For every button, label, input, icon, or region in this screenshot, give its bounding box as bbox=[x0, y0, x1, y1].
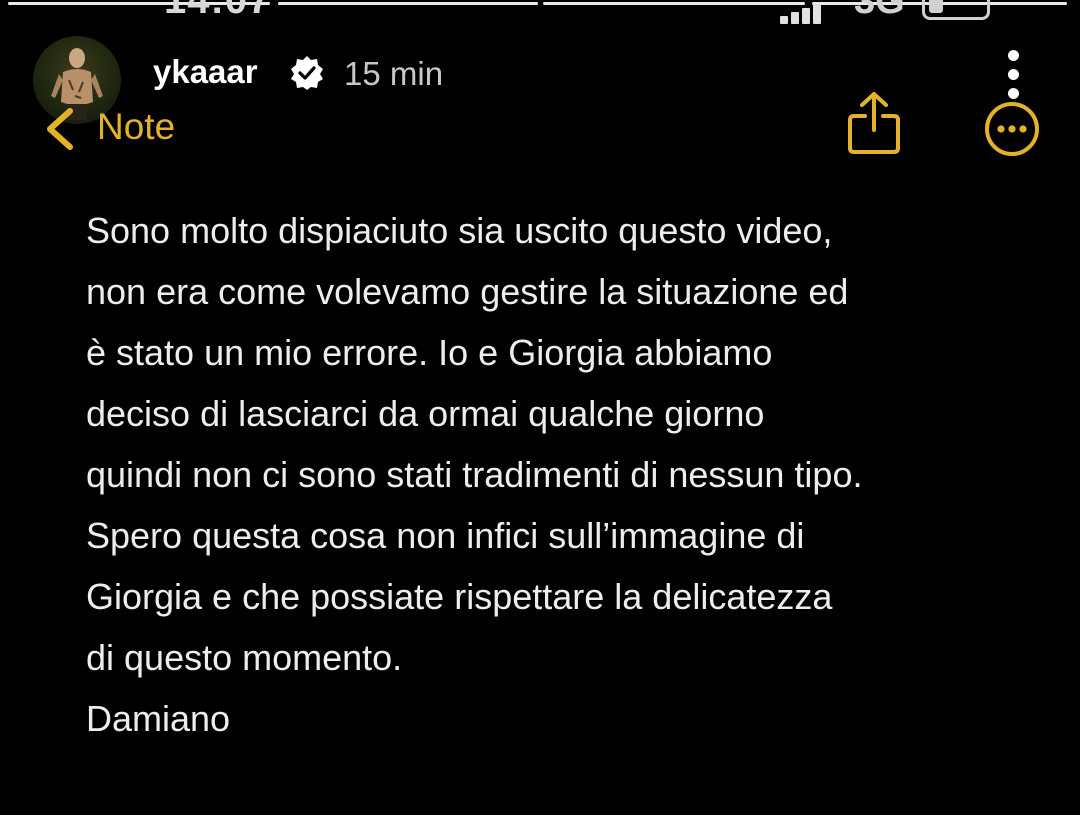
back-button[interactable]: Note bbox=[42, 106, 192, 154]
battery-icon bbox=[922, 0, 990, 20]
note-signature: Damiano bbox=[86, 698, 231, 739]
note-line: Spero questa cosa non infici sull’immagi… bbox=[86, 515, 805, 556]
username[interactable]: ykaaar bbox=[153, 53, 258, 91]
note-line: Giorgia e che possiate rispettare la del… bbox=[86, 576, 833, 617]
back-label: Note bbox=[97, 106, 176, 147]
share-icon[interactable] bbox=[846, 90, 902, 156]
post-time: 15 min bbox=[344, 55, 444, 92]
more-circle-icon[interactable] bbox=[983, 100, 1041, 158]
note-line: non era come volevamo gestire la situazi… bbox=[86, 271, 849, 312]
note-line: deciso di lasciarci da ormai qualche gio… bbox=[86, 393, 765, 434]
note-line: di questo momento. bbox=[86, 637, 403, 678]
note-line: Sono molto dispiaciuto sia uscito questo… bbox=[86, 210, 833, 251]
status-time: 14:07 bbox=[164, 0, 272, 22]
signal-icon bbox=[780, 4, 822, 24]
note-line: quindi non ci sono stati tradimenti di n… bbox=[86, 454, 863, 495]
note-line: è stato un mio errore. Io e Giorgia abbi… bbox=[86, 332, 773, 373]
status-bar: 14:07 3G bbox=[0, 0, 1080, 30]
more-vertical-icon[interactable] bbox=[1000, 50, 1028, 100]
network-type: 3G bbox=[854, 0, 905, 22]
chevron-left-icon bbox=[47, 108, 73, 150]
verified-badge-icon bbox=[291, 56, 323, 90]
note-body: Sono molto dispiaciuto sia uscito questo… bbox=[86, 200, 1046, 749]
